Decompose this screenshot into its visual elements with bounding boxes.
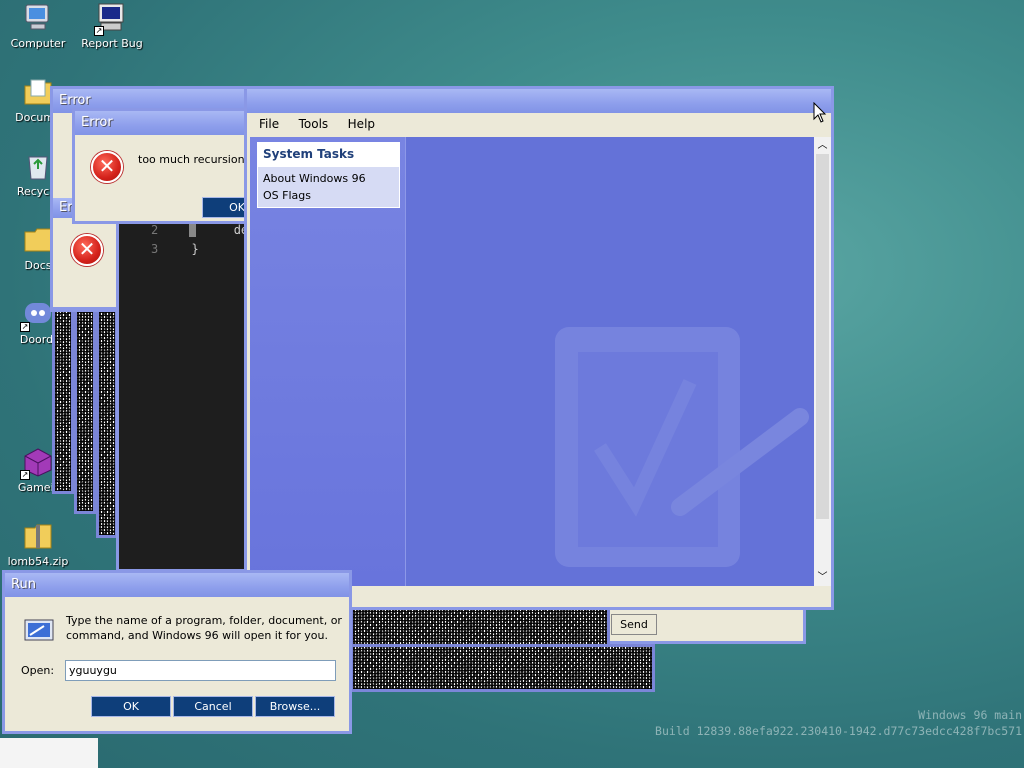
- browse-button[interactable]: Browse...: [255, 696, 335, 717]
- open-label: Open:: [21, 664, 55, 677]
- mouse-cursor-icon: [813, 102, 827, 123]
- line-text: }: [191, 242, 199, 256]
- error-window-front[interactable]: Error ✕ too much recursion OK: [72, 108, 272, 224]
- desktop-icon-label: Report Bug: [81, 37, 143, 50]
- taskbar-fragment: [0, 738, 98, 768]
- build-watermark-line2: Build 12839.88efa922.230410-1942.d77c73e…: [655, 724, 1022, 738]
- run-icon: [24, 619, 54, 641]
- error-icon: ✕: [91, 151, 123, 183]
- task-pane: System Tasks About Windows 96 OS Flags: [250, 137, 406, 586]
- task-link-os-flags[interactable]: OS Flags: [258, 187, 399, 207]
- line-number: 3: [151, 242, 159, 256]
- shortcut-arrow-icon: ↗: [94, 26, 104, 36]
- glitch-strip: [350, 644, 655, 692]
- vertical-scrollbar[interactable]: ︿ ﹀: [814, 137, 831, 586]
- build-watermark-line1: Windows 96 main: [918, 708, 1022, 722]
- desktop-icon-zip[interactable]: lomb54.zip: [0, 520, 76, 568]
- window-title: Error: [75, 111, 269, 135]
- run-dialog[interactable]: Run Type the name of a program, folder, …: [2, 570, 352, 734]
- code-line: 3 }: [151, 242, 199, 256]
- desktop-icon-label: Computer: [10, 37, 66, 50]
- error-message: too much recursion: [138, 153, 245, 166]
- glitch-strip: [52, 308, 74, 494]
- open-input[interactable]: [65, 660, 336, 681]
- desktop-icon-computer[interactable]: Computer: [0, 2, 76, 50]
- game-cube-icon: ↗: [20, 446, 54, 480]
- report-bug-icon: ↗: [94, 2, 128, 36]
- code-line: 2 des: [151, 223, 255, 237]
- menu-file[interactable]: File: [251, 113, 287, 135]
- glitch-strip: [74, 308, 96, 514]
- scroll-down-arrow-icon[interactable]: ﹀: [814, 569, 831, 586]
- glitch-strip: [350, 606, 610, 648]
- system-window[interactable]: File Tools Help System Tasks About Windo…: [244, 86, 834, 610]
- checklist-watermark-icon: [555, 327, 809, 567]
- error-icon: ✕: [71, 234, 103, 266]
- computer-icon: [22, 2, 54, 34]
- shortcut-arrow-icon: ↗: [20, 322, 30, 332]
- menu-tools[interactable]: Tools: [291, 113, 337, 135]
- menu-bar: File Tools Help: [247, 113, 831, 137]
- task-link-about[interactable]: About Windows 96: [258, 167, 399, 187]
- ok-button[interactable]: OK: [91, 696, 171, 717]
- system-tasks-heading[interactable]: System Tasks: [258, 143, 399, 167]
- window-title: [247, 89, 831, 113]
- run-description: Type the name of a program, folder, docu…: [66, 614, 342, 642]
- send-button[interactable]: Send: [611, 614, 657, 635]
- line-number: 2: [151, 223, 159, 237]
- window-title: Run: [5, 573, 349, 597]
- desktop-icon-label: lomb54.zip: [7, 555, 69, 568]
- desktop-icon-report-bug[interactable]: ↗ Report Bug: [74, 2, 150, 50]
- glitch-strip: [96, 308, 118, 538]
- content-area: System Tasks About Windows 96 OS Flags: [250, 137, 814, 586]
- scroll-up-arrow-icon[interactable]: ︿: [814, 137, 831, 154]
- zip-file-icon: [22, 520, 54, 552]
- scrollbar-thumb[interactable]: [816, 154, 829, 519]
- menu-help[interactable]: Help: [340, 113, 383, 135]
- cancel-button[interactable]: Cancel: [173, 696, 253, 717]
- shortcut-arrow-icon: ↗: [20, 470, 30, 480]
- system-tasks-panel: System Tasks About Windows 96 OS Flags: [257, 142, 400, 208]
- cursor: [189, 224, 197, 237]
